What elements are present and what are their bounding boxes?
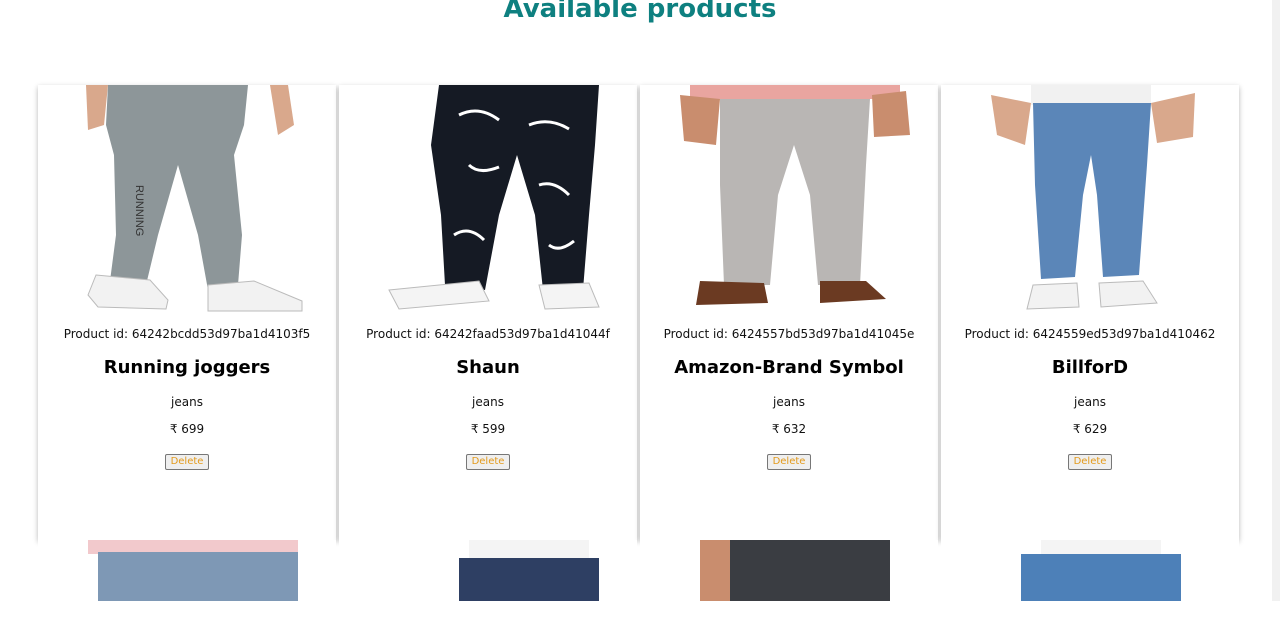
- product-name: Running joggers: [103, 357, 271, 378]
- product-card: Product id: 6424559ed53d97ba1d410462 Bil…: [941, 85, 1239, 540]
- product-price: ₹ 632: [771, 422, 807, 436]
- product-name: Shaun: [456, 357, 520, 378]
- product-image: [961, 85, 1219, 313]
- product-id: Product id: 6424557bd53d97ba1d41045e: [663, 327, 915, 341]
- product-price: ₹ 629: [1072, 422, 1108, 436]
- product-image: [58, 540, 316, 601]
- product-id: Product id: 64242faad53d97ba1d41044f: [366, 327, 610, 341]
- product-card: Product id: 6424557bd53d97ba1d41045e Ama…: [640, 85, 938, 540]
- scrollbar[interactable]: [1272, 0, 1280, 601]
- product-card: [640, 540, 938, 620]
- product-price: ₹ 599: [470, 422, 506, 436]
- product-card: [38, 540, 336, 620]
- product-name: Amazon-Brand Symbol: [674, 357, 904, 378]
- product-category: jeans: [773, 395, 805, 409]
- product-category: jeans: [171, 395, 203, 409]
- product-image: [359, 540, 617, 601]
- product-price: ₹ 699: [169, 422, 205, 436]
- product-id: Product id: 6424559ed53d97ba1d410462: [964, 327, 1216, 341]
- delete-button[interactable]: Delete: [164, 454, 210, 470]
- product-card: [941, 540, 1239, 620]
- product-id: Product id: 64242bcdd53d97ba1d4103f5: [63, 327, 311, 341]
- product-image: [660, 85, 918, 313]
- product-image: RUNNING: [58, 85, 316, 313]
- product-card: RUNNING Product id: 64242bcdd53d97ba1d41…: [38, 85, 336, 540]
- product-image: [660, 540, 918, 601]
- delete-button[interactable]: Delete: [465, 454, 511, 470]
- product-category: jeans: [1074, 395, 1106, 409]
- product-card: [339, 540, 637, 620]
- product-category: jeans: [472, 395, 504, 409]
- product-image: [961, 540, 1219, 601]
- product-name: BillforD: [1051, 357, 1129, 378]
- delete-button[interactable]: Delete: [766, 454, 812, 470]
- svg-text:RUNNING: RUNNING: [133, 185, 145, 236]
- product-card: Product id: 64242faad53d97ba1d41044f Sha…: [339, 85, 637, 540]
- page-title: Available products: [503, 0, 777, 24]
- delete-button[interactable]: Delete: [1067, 454, 1113, 470]
- product-image: [359, 85, 617, 313]
